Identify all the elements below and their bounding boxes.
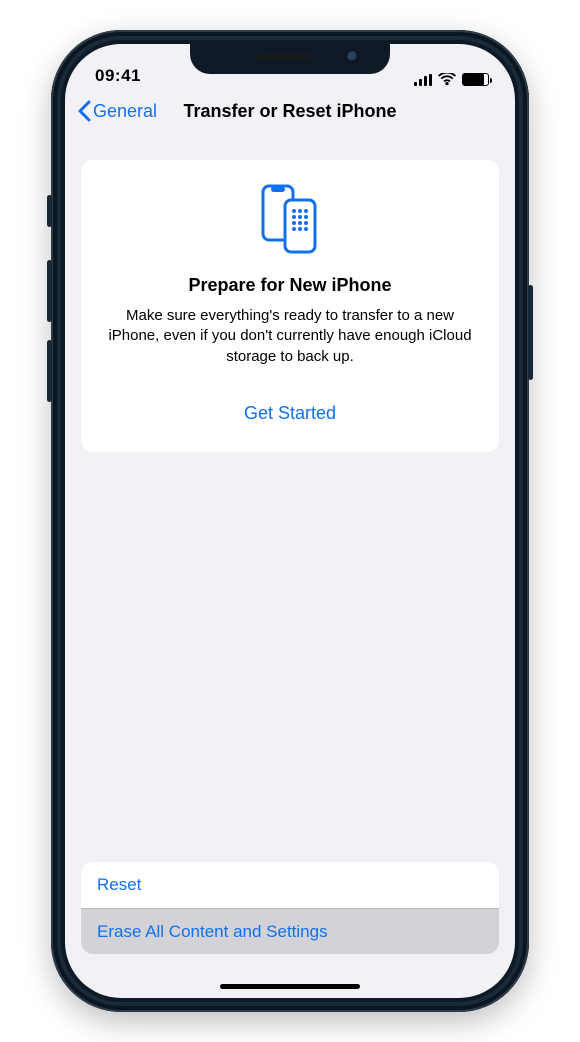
chevron-left-icon <box>77 100 91 122</box>
earpiece-speaker <box>258 54 312 60</box>
status-time: 09:41 <box>95 66 141 86</box>
side-button <box>528 285 533 380</box>
prepare-title: Prepare for New iPhone <box>103 275 477 296</box>
volume-down-button <box>47 340 52 402</box>
silence-switch <box>47 195 52 227</box>
reset-row[interactable]: Reset <box>81 862 499 908</box>
battery-icon <box>462 73 489 86</box>
home-indicator[interactable] <box>220 984 360 989</box>
status-icons <box>414 73 489 86</box>
actions-list: Reset Erase All Content and Settings <box>81 862 499 954</box>
prepare-description: Make sure everything's ready to transfer… <box>103 306 477 367</box>
cellular-signal-icon <box>414 74 432 86</box>
erase-all-label: Erase All Content and Settings <box>97 922 328 942</box>
front-camera <box>346 50 359 63</box>
back-label: General <box>93 101 157 122</box>
volume-up-button <box>47 260 52 322</box>
devices-transfer-icon <box>257 184 323 259</box>
prepare-card: Prepare for New iPhone Make sure everyth… <box>81 160 499 452</box>
erase-all-row[interactable]: Erase All Content and Settings <box>81 908 499 954</box>
notch <box>190 44 390 74</box>
reset-label: Reset <box>97 875 141 895</box>
screen: 09:41 <box>65 44 515 998</box>
get-started-button[interactable]: Get Started <box>238 397 342 430</box>
navigation-bar: General Transfer or Reset iPhone <box>65 88 515 134</box>
back-button[interactable]: General <box>73 94 161 128</box>
content-area: Prepare for New iPhone Make sure everyth… <box>65 134 515 452</box>
wifi-icon <box>438 73 456 86</box>
iphone-device-frame: 09:41 <box>51 30 529 1012</box>
